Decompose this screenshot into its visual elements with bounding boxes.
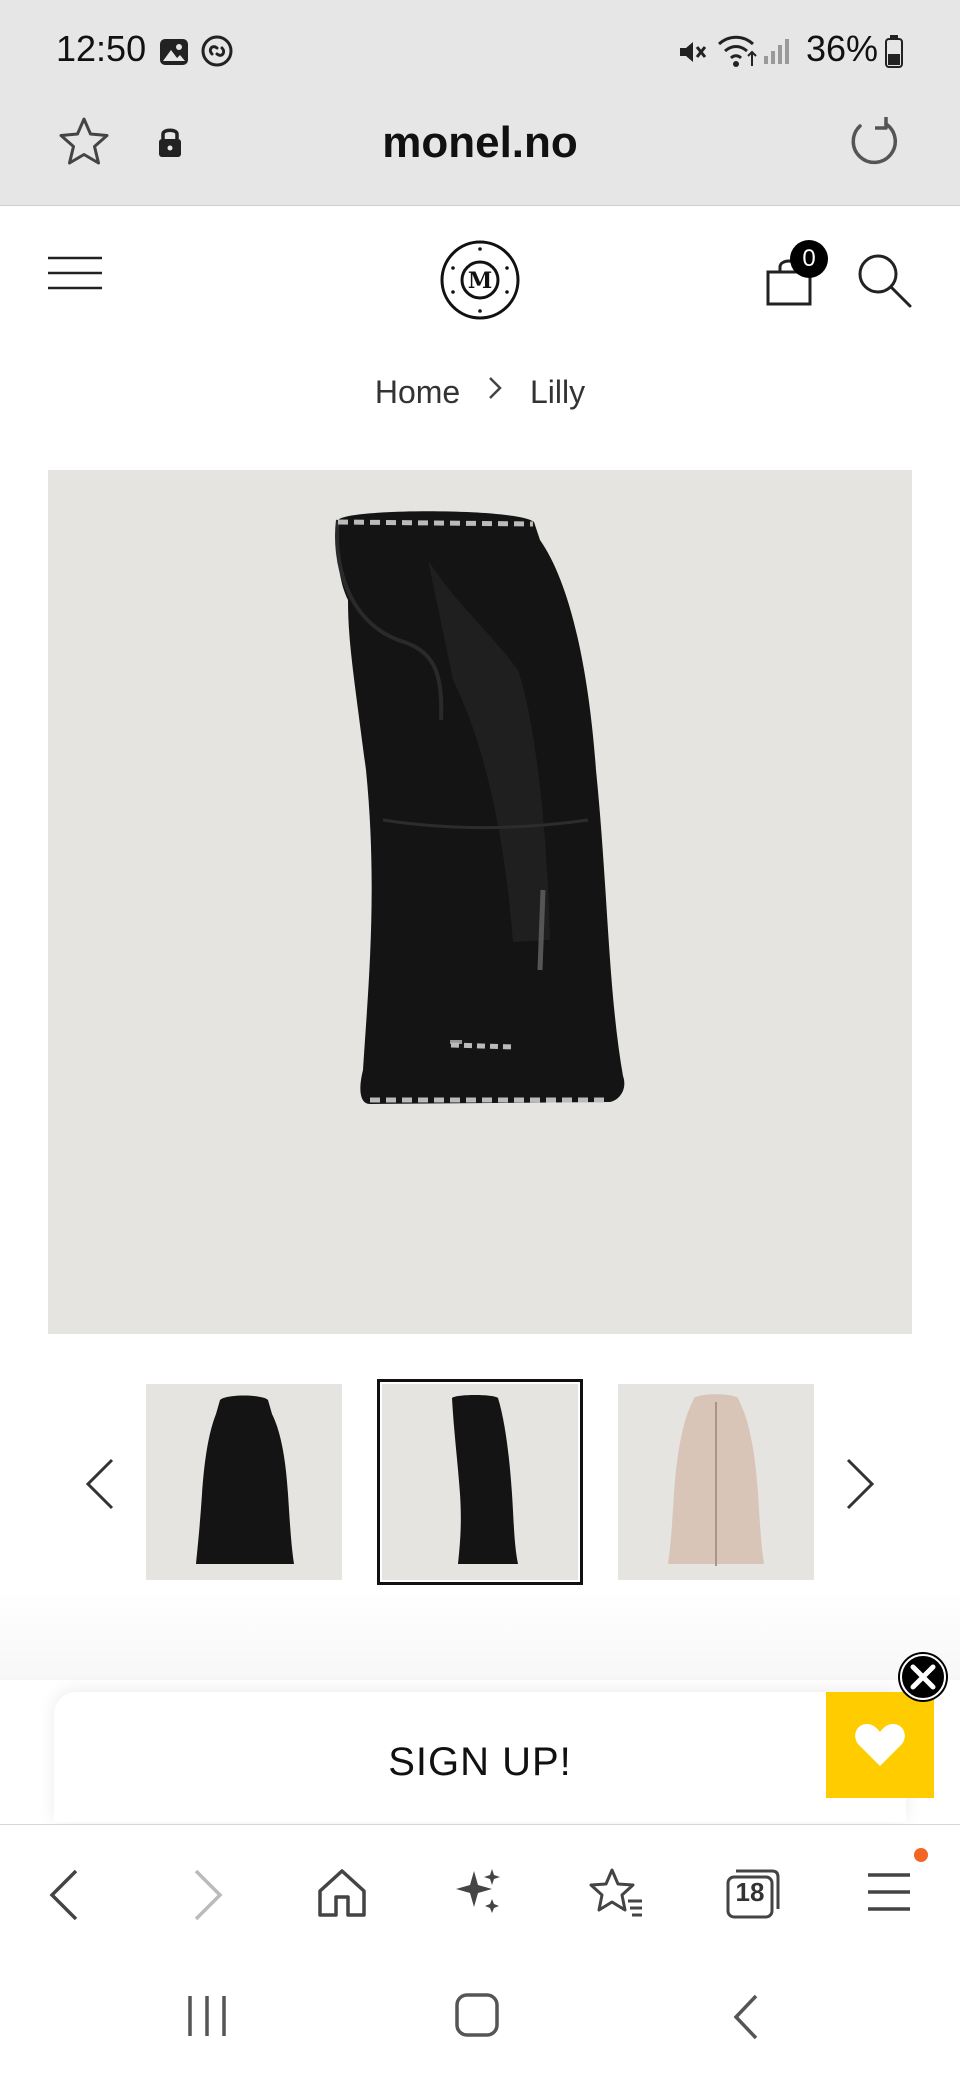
gallery-next-icon[interactable] xyxy=(842,1456,878,1512)
shazam-icon xyxy=(201,35,233,67)
breadcrumb-current: Lilly xyxy=(530,374,586,411)
thumb-black-side[interactable] xyxy=(377,1379,583,1585)
signal-icon xyxy=(764,39,789,64)
browser-toolbar xyxy=(0,1824,960,1952)
battery-percent: 36% xyxy=(805,28,878,69)
content-fade xyxy=(0,1590,960,1680)
breadcrumb: Home Lilly xyxy=(0,372,960,411)
back-icon[interactable] xyxy=(46,1867,82,1923)
wifi-icon xyxy=(717,35,757,67)
ai-sparkle-icon[interactable] xyxy=(452,1865,504,1917)
close-icon xyxy=(900,1654,946,1700)
battery-icon xyxy=(885,35,903,68)
status-bar: 12:50 36% xyxy=(0,0,960,100)
thumb-beige-front[interactable] xyxy=(618,1384,814,1580)
gallery-prev-icon[interactable] xyxy=(82,1456,118,1512)
signup-bar[interactable]: SIGN UP! xyxy=(54,1692,906,1822)
system-back-icon[interactable] xyxy=(730,1992,760,2042)
browser-url-bar: monel.no xyxy=(0,100,960,206)
signup-label: SIGN UP! xyxy=(388,1740,572,1784)
heart-icon xyxy=(855,1724,905,1766)
svg-text:M: M xyxy=(468,268,492,294)
forward-icon[interactable] xyxy=(190,1867,226,1923)
system-nav-bar xyxy=(0,1952,960,2080)
raincoat-side-thumb xyxy=(452,1395,518,1564)
home-button-icon[interactable] xyxy=(454,1992,500,2038)
bookmarks-icon[interactable] xyxy=(588,1865,644,1921)
chevron-right-icon xyxy=(489,377,502,399)
product-image[interactable] xyxy=(48,470,912,1334)
status-time: 12:50 xyxy=(56,28,147,69)
recent-apps-icon[interactable] xyxy=(186,1994,228,2038)
raincoat-beige-thumb xyxy=(668,1394,764,1566)
close-popup-button[interactable] xyxy=(898,1652,948,1702)
home-icon[interactable] xyxy=(316,1867,368,1919)
thumb-black-front[interactable] xyxy=(146,1384,342,1580)
notification-dot xyxy=(914,1848,928,1862)
mute-icon xyxy=(680,42,707,62)
cart-count-badge: 0 xyxy=(790,240,828,278)
monel-logo[interactable]: M xyxy=(438,238,522,322)
url-text[interactable]: monel.no xyxy=(0,118,960,168)
wishlist-button[interactable] xyxy=(826,1692,934,1798)
gallery-icon xyxy=(160,39,188,65)
menu-icon[interactable] xyxy=(866,1871,912,1913)
breadcrumb-home[interactable]: Home xyxy=(375,374,460,410)
hamburger-menu-icon[interactable] xyxy=(48,256,102,290)
tab-count: 18 xyxy=(735,1877,765,1907)
reload-icon[interactable] xyxy=(846,114,902,170)
raincoat-front-thumb xyxy=(196,1395,294,1564)
raincoat-side-image xyxy=(335,511,625,1104)
search-icon[interactable] xyxy=(856,252,914,310)
